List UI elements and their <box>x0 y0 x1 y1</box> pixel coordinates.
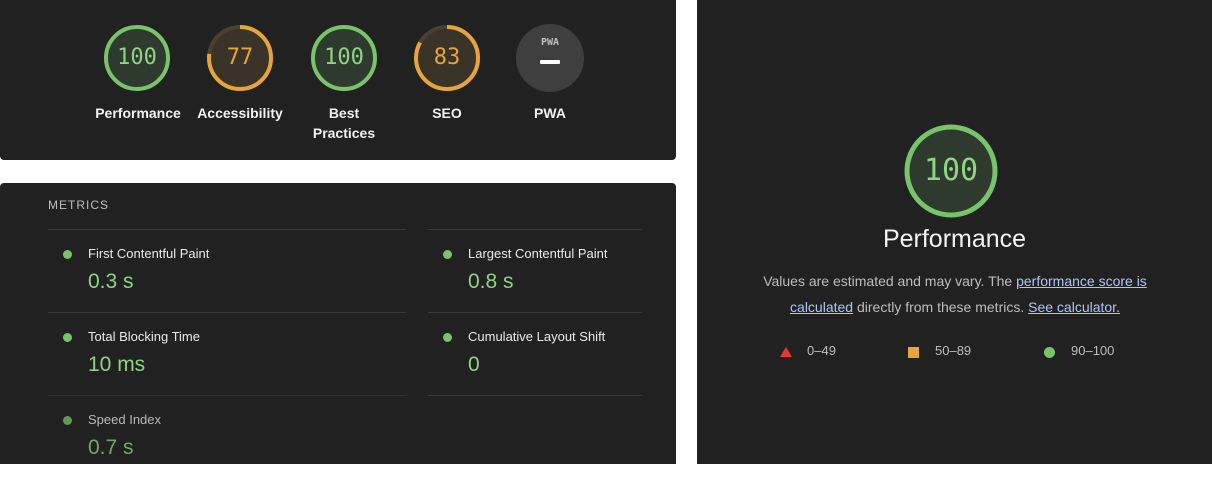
gauge-label: Performance <box>95 105 181 121</box>
see-calculator-link[interactable]: See calculator. <box>1028 299 1120 315</box>
pass-dot-icon <box>443 333 452 342</box>
metric-value: 0.7 s <box>88 436 134 459</box>
pass-dot-icon <box>63 333 72 342</box>
gauge-score: 77 <box>226 45 254 70</box>
gauge-label: Best Practices <box>312 105 376 141</box>
gauge-score: 100 <box>117 45 157 70</box>
legend-range: 0–49 <box>807 343 836 358</box>
metric-name: Speed Index <box>88 412 162 427</box>
gauge-score: 100 <box>324 45 364 70</box>
scores-panel: 100 77 100 83 PWA Performance Accessibil… <box>0 0 676 160</box>
label-best-practices: Best Practices <box>304 103 384 143</box>
desc-text: Values are estimated and may vary. The <box>763 273 1017 289</box>
metric-total-blocking-time: Total Blocking Time 10 ms <box>48 312 406 395</box>
square-icon <box>908 347 919 358</box>
metric-value: 0.8 s <box>468 270 514 293</box>
triangle-icon <box>780 347 792 357</box>
gauge-best-practices[interactable]: 100 <box>310 24 378 92</box>
metric-value: 0 <box>468 353 480 376</box>
label-performance: Performance <box>88 103 188 123</box>
gauge-performance[interactable]: 100 <box>103 24 171 92</box>
metrics-panel: METRICS First Contentful Paint 0.3 s Lar… <box>0 183 676 464</box>
pwa-badge-icon <box>516 24 584 92</box>
legend-range: 50–89 <box>935 343 972 358</box>
gauge-label: Accessibility <box>197 105 283 121</box>
pass-dot-icon <box>63 416 72 425</box>
gauge-score: 83 <box>433 45 461 70</box>
performance-description: Values are estimated and may vary. The p… <box>743 268 1167 320</box>
pwa-dash-icon <box>540 60 560 64</box>
performance-panel: 100 Performance Values are estimated and… <box>697 0 1212 464</box>
metric-name: Cumulative Layout Shift <box>468 329 606 344</box>
metric-empty-cell <box>428 395 642 465</box>
metric-name: First Contentful Paint <box>88 246 210 261</box>
pass-dot-icon <box>443 250 452 259</box>
label-pwa: PWA <box>510 103 590 123</box>
label-accessibility: Accessibility <box>190 103 290 123</box>
metric-name: Largest Contentful Paint <box>468 246 608 261</box>
metric-value: 0.3 s <box>88 270 134 293</box>
metric-largest-contentful-paint: Largest Contentful Paint 0.8 s <box>428 229 642 312</box>
performance-title: Performance <box>882 225 1027 253</box>
metric-name: Total Blocking Time <box>88 329 200 344</box>
metrics-title: METRICS <box>48 198 109 212</box>
gauge-label: PWA <box>534 105 566 121</box>
legend-range: 90–100 <box>1071 343 1115 358</box>
circle-icon <box>1044 347 1055 358</box>
label-seo: SEO <box>407 103 487 123</box>
gauge-accessibility[interactable]: 77 <box>206 24 274 92</box>
metric-value: 10 ms <box>88 353 146 376</box>
performance-score: 100 <box>923 153 979 188</box>
metric-speed-index: Speed Index 0.7 s <box>48 395 406 478</box>
gauge-seo[interactable]: 83 <box>413 24 481 92</box>
pwa-badge-text: PWA <box>540 37 560 48</box>
pass-dot-icon <box>63 250 72 259</box>
metric-cumulative-layout-shift: Cumulative Layout Shift 0 <box>428 312 642 395</box>
desc-text: directly from these metrics. <box>853 299 1029 315</box>
metric-first-contentful-paint: First Contentful Paint 0.3 s <box>48 229 406 312</box>
gauge-label: SEO <box>432 105 462 121</box>
gauge-pwa[interactable]: PWA <box>516 24 584 92</box>
